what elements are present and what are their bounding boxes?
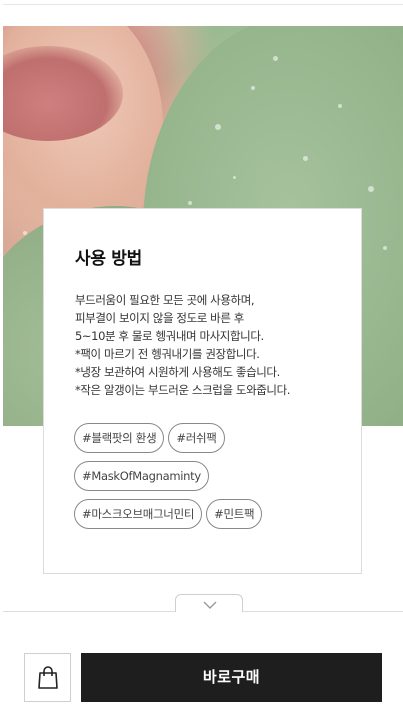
product-detail-screen: 사용 방법 부드러움이 필요한 모든 곳에 사용하며, 피부결이 보이지 않을 … (3, 0, 403, 725)
hashtag-chip[interactable]: #러쉬팩 (168, 423, 225, 453)
chevron-down-icon (203, 601, 217, 609)
description-line: 피부결이 보이지 않을 정도로 바른 후 (75, 311, 244, 325)
description-line: *작은 알갱이는 부드러운 스크럽을 도와줍니다. (75, 383, 291, 397)
description-line: *팩이 마르기 전 헹궈내기를 권장합니다. (75, 347, 260, 361)
hashtag-chip[interactable]: #마스크오브매그너민티 (74, 499, 203, 529)
expand-toggle-button[interactable] (175, 594, 243, 612)
shopping-bag-icon (38, 666, 58, 689)
hashtag-list: #블랙팟의 환생 #러쉬팩 #MaskOfMagnaminty #마스크오브매그… (74, 423, 344, 537)
add-to-cart-button[interactable] (24, 653, 71, 702)
hashtag-chip[interactable]: #블랙팟의 환생 (74, 423, 165, 453)
hashtag-chip[interactable]: #MaskOfMagnaminty (74, 461, 209, 491)
buy-now-button[interactable]: 바로구매 (81, 653, 382, 702)
how-to-use-card: 사용 방법 부드러움이 필요한 모든 곳에 사용하며, 피부결이 보이지 않을 … (43, 208, 362, 574)
top-divider (3, 4, 403, 5)
purchase-bar: 바로구매 (3, 612, 403, 725)
description-line: *냉장 보관하여 시원하게 사용해도 좋습니다. (75, 365, 280, 379)
description-line: 부드러움이 필요한 모든 곳에 사용하며, (75, 293, 255, 307)
how-to-use-title: 사용 방법 (75, 249, 142, 269)
how-to-use-description: 부드러움이 필요한 모든 곳에 사용하며, 피부결이 보이지 않을 정도로 바른… (75, 291, 345, 399)
hashtag-chip[interactable]: #민트팩 (206, 499, 263, 529)
description-line: 5~10분 후 물로 헹궈내며 마사지합니다. (75, 329, 264, 343)
